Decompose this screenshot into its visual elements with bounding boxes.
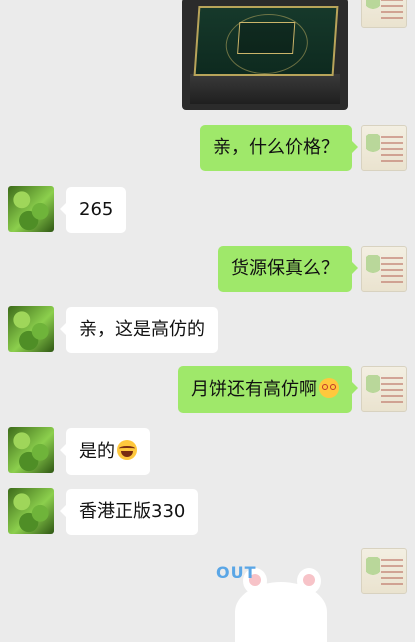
message-bubble-received[interactable]: 亲，这是高仿的 — [60, 307, 218, 353]
message-text: 亲，什么价格？ — [213, 137, 339, 158]
message-bubble-sent[interactable]: 货源保真么？ — [218, 246, 358, 292]
sticker-text: OUT — [216, 563, 257, 582]
message-text: 香港正版330 — [79, 501, 186, 522]
laughing-tears-emoji-icon — [117, 440, 137, 460]
message-bubble-received[interactable]: 265 — [59, 187, 127, 233]
contact-avatar[interactable] — [8, 488, 54, 534]
message-bubble-received[interactable]: 香港正版330 — [59, 489, 199, 535]
contact-avatar[interactable] — [8, 186, 54, 232]
mooncake-box-image — [193, 6, 339, 76]
self-avatar[interactable] — [361, 125, 407, 171]
message-text: 月饼还有高仿啊 — [191, 379, 317, 400]
self-avatar[interactable] — [361, 366, 407, 412]
message-text: 265 — [79, 199, 114, 220]
self-avatar[interactable] — [361, 548, 407, 594]
message-bubble-sent[interactable]: 月饼还有高仿啊 — [178, 366, 358, 413]
contact-avatar[interactable] — [8, 427, 54, 473]
dizzy-face-emoji-icon — [319, 378, 339, 398]
message-bubble-sent[interactable]: 亲，什么价格？ — [200, 125, 358, 171]
self-avatar[interactable] — [361, 246, 407, 292]
photo-table — [190, 74, 340, 104]
message-text: 亲，这是高仿的 — [79, 319, 205, 340]
contact-avatar[interactable] — [8, 306, 54, 352]
self-avatar[interactable] — [361, 0, 407, 28]
product-photo[interactable] — [182, 0, 348, 110]
message-text: 货源保真么？ — [231, 258, 339, 279]
message-text: 是的 — [79, 441, 115, 462]
message-bubble-received[interactable]: 是的 — [60, 428, 150, 475]
